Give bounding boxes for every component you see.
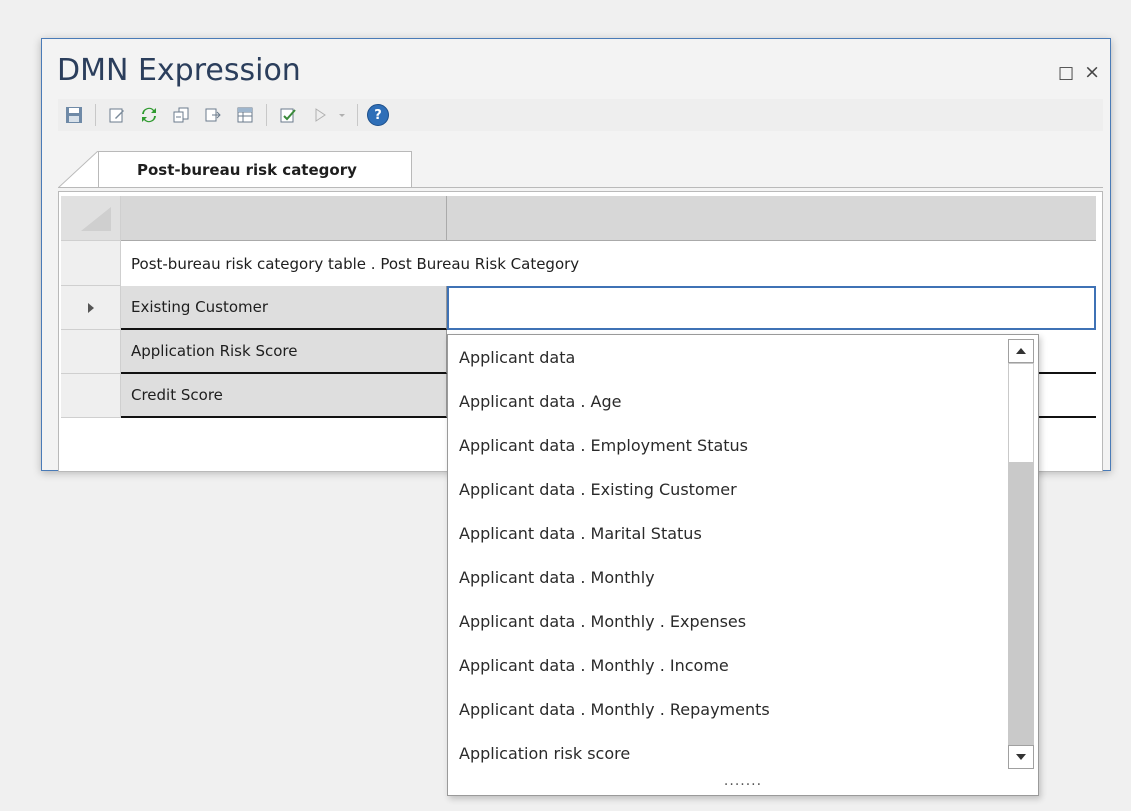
refresh-icon[interactable] [137, 103, 161, 127]
list-item[interactable]: Applicant data [459, 335, 575, 379]
copy-table-icon[interactable] [233, 103, 257, 127]
export-icon[interactable] [201, 103, 225, 127]
tab-baseline [58, 187, 1103, 188]
run-dropdown-icon[interactable] [336, 103, 348, 127]
edit-icon[interactable] [105, 103, 129, 127]
scroll-down-icon[interactable] [1008, 745, 1034, 769]
save-icon[interactable] [62, 103, 86, 127]
list-item[interactable]: Application risk score [459, 731, 630, 775]
list-item[interactable]: Applicant data . Monthly [459, 555, 655, 599]
autocomplete-dropdown[interactable]: Applicant data Applicant data . Age Appl… [447, 334, 1039, 796]
list-item[interactable]: Applicant data . Employment Status [459, 423, 748, 467]
list-item[interactable]: Applicant data . Monthly . Income [459, 643, 729, 687]
tab-strip: Post-bureau risk category [58, 151, 1103, 191]
list-item[interactable]: Applicant data . Monthly . Expenses [459, 599, 746, 643]
toolbar-separator [95, 104, 96, 126]
toolbar: ? [58, 99, 1103, 131]
list-item[interactable]: Applicant data . Marital Status [459, 511, 702, 555]
column-header-value[interactable] [447, 196, 1096, 241]
toolbar-separator [266, 104, 267, 126]
row-name-credit-score[interactable]: Credit Score [121, 374, 447, 418]
resize-grip[interactable]: ....... [448, 773, 1038, 795]
validate-icon[interactable] [276, 103, 300, 127]
list-item[interactable]: Applicant data . Monthly . Repayments [459, 687, 770, 731]
row-name-application-risk-score[interactable]: Application Risk Score [121, 330, 447, 374]
row-selector-icon[interactable] [61, 286, 121, 330]
row-header[interactable] [61, 241, 121, 286]
row-value-input[interactable] [447, 286, 1096, 330]
row-header[interactable] [61, 330, 121, 374]
list-item[interactable]: Applicant data . Existing Customer [459, 467, 737, 511]
row-name-existing-customer[interactable]: Existing Customer [121, 286, 447, 330]
list-item[interactable]: Applicant data . Age [459, 379, 622, 423]
row-header[interactable] [61, 374, 121, 418]
scroll-up-icon[interactable] [1008, 339, 1034, 363]
tab-slant [58, 151, 98, 188]
window-title: DMN Expression [57, 53, 301, 88]
table-title-row: Post-bureau risk category table . Post B… [121, 241, 1096, 286]
toolbar-separator [357, 104, 358, 126]
column-header-name[interactable] [121, 196, 447, 241]
import-icon[interactable] [169, 103, 193, 127]
tab-post-bureau-risk-category[interactable]: Post-bureau risk category [98, 151, 412, 188]
run-icon[interactable] [308, 103, 332, 127]
maximize-icon[interactable]: □ [1058, 63, 1074, 83]
dropdown-scrollbar[interactable] [1008, 339, 1034, 769]
grid-corner[interactable] [61, 196, 121, 241]
scrollbar-thumb[interactable] [1008, 363, 1034, 463]
close-icon[interactable]: × [1084, 61, 1100, 83]
help-icon[interactable]: ? [367, 104, 389, 126]
